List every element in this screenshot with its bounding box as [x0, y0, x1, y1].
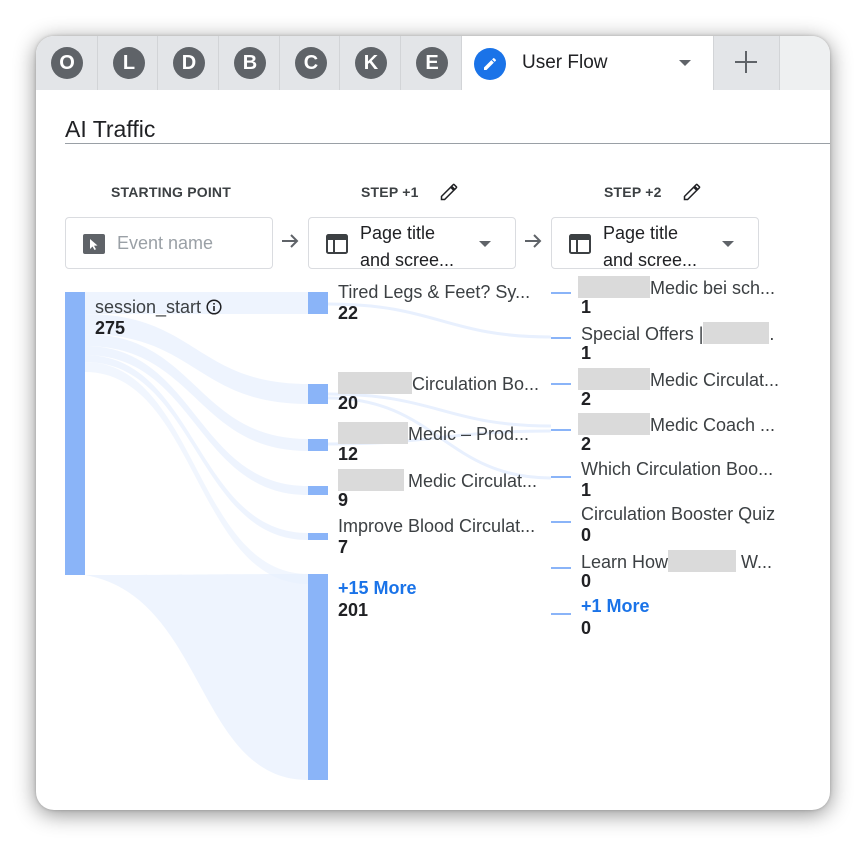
- step1-node-bar[interactable]: [308, 533, 328, 540]
- step2-node-value: 2: [581, 434, 592, 454]
- start-node-label[interactable]: session_start: [95, 297, 222, 318]
- step2-node-value: 0: [581, 525, 592, 545]
- step1-node-value: 9: [338, 490, 349, 510]
- step2-more-link[interactable]: +1 More: [581, 596, 650, 617]
- info-icon[interactable]: [206, 299, 222, 315]
- step2-node-label[interactable]: Medic Coach ...: [578, 413, 775, 436]
- step2-node-value: 0: [581, 618, 592, 638]
- step2-node-bar[interactable]: [551, 429, 571, 431]
- user-flow-card: O L D B C K E User Flow AI Traffic START…: [36, 36, 830, 810]
- redacted-text: [578, 276, 650, 298]
- step1-node-value: 12: [338, 444, 359, 464]
- step1-node-value: 20: [338, 393, 359, 413]
- step1-node-bar[interactable]: [308, 384, 328, 404]
- step2-node-label[interactable]: Circulation Booster Quiz: [581, 504, 775, 525]
- step2-node-label[interactable]: Which Circulation Boo...: [581, 459, 773, 480]
- start-node-value: 275: [95, 318, 126, 338]
- step2-node-value: 1: [581, 480, 592, 500]
- step2-node-value: 0: [581, 571, 592, 591]
- step1-node-value: 7: [338, 537, 349, 557]
- step1-node-value: 22: [338, 303, 359, 323]
- step2-node-bar[interactable]: [551, 476, 571, 478]
- redacted-text: [578, 368, 650, 390]
- start-node-bar[interactable]: [65, 292, 85, 575]
- step1-node-label[interactable]: Medic – Prod...: [338, 422, 529, 445]
- step2-node-bar[interactable]: [551, 613, 571, 615]
- step2-node-bar[interactable]: [551, 383, 571, 385]
- step1-node-bar[interactable]: [308, 574, 328, 780]
- step2-node-label[interactable]: Special Offers |.: [581, 322, 774, 345]
- step2-node-label[interactable]: Medic Circulat...: [578, 368, 779, 391]
- step2-node-value: 2: [581, 389, 592, 409]
- step1-node-bar[interactable]: [308, 292, 328, 314]
- redacted-text: [338, 372, 412, 394]
- redacted-text: [338, 469, 404, 491]
- flow-link: [327, 302, 552, 339]
- step2-node-label[interactable]: Learn How W...: [581, 550, 772, 573]
- flow-band: [85, 574, 308, 780]
- step1-node-value: 201: [338, 600, 369, 620]
- redacted-text: [338, 422, 408, 444]
- step1-node-label[interactable]: Circulation Bo...: [338, 372, 539, 395]
- step2-node-bar[interactable]: [551, 567, 571, 569]
- step1-node-label[interactable]: Improve Blood Circulat...: [338, 516, 535, 537]
- step1-node-bar[interactable]: [308, 439, 328, 451]
- step2-node-label[interactable]: Medic bei sch...: [578, 276, 775, 299]
- step1-node-bar[interactable]: [308, 486, 328, 495]
- redacted-text: [578, 413, 650, 435]
- step2-node-bar[interactable]: [551, 521, 571, 523]
- step1-node-label[interactable]: Medic Circulat...: [338, 469, 537, 492]
- redacted-text: [703, 322, 770, 344]
- step2-node-value: 1: [581, 343, 592, 363]
- step2-node-value: 1: [581, 297, 592, 317]
- step2-node-bar[interactable]: [551, 337, 571, 339]
- redacted-text: [668, 550, 737, 572]
- step1-more-link[interactable]: +15 More: [338, 578, 417, 599]
- step2-node-bar[interactable]: [551, 292, 571, 294]
- step1-node-label[interactable]: Tired Legs & Feet? Sy...: [338, 282, 530, 303]
